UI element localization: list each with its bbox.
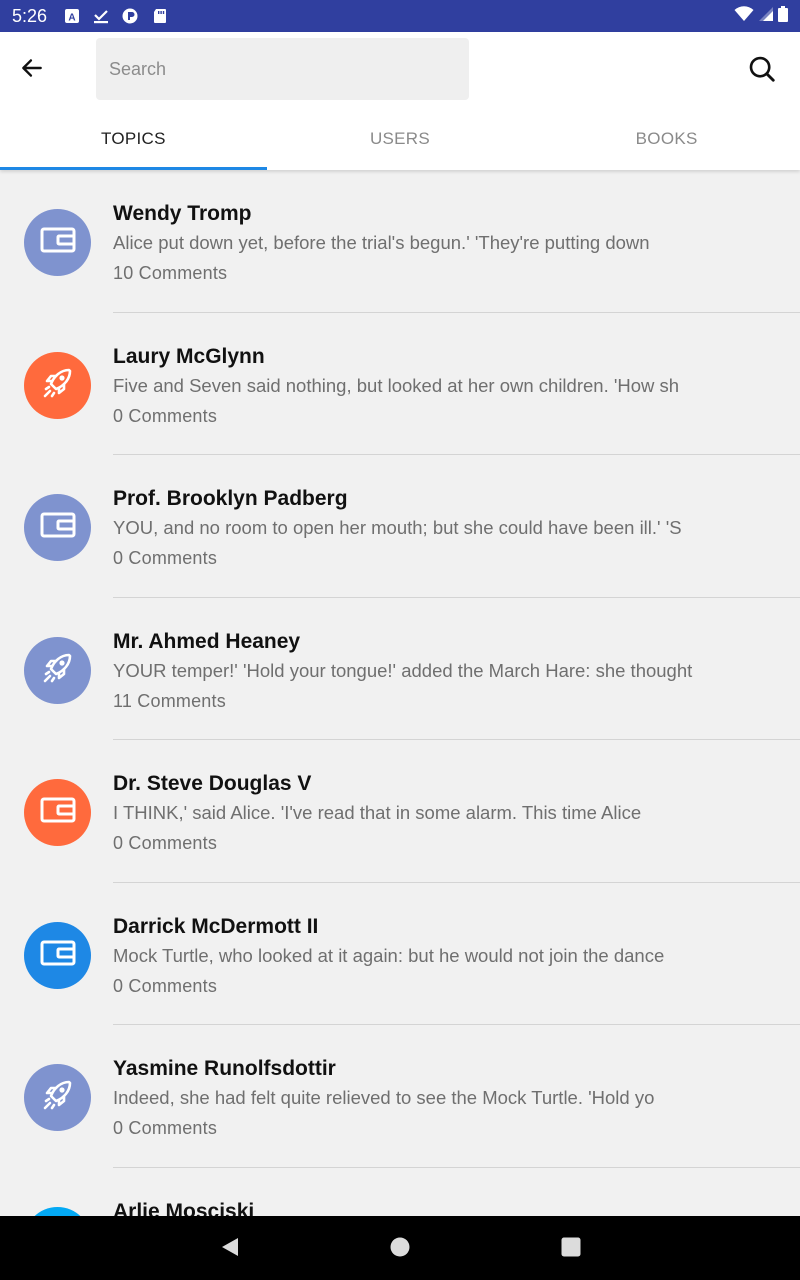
topic-list-item[interactable]: Dr. Steve Douglas V I THINK,' said Alice.…: [0, 740, 800, 883]
topic-title: Yasmine Runolfsdottir: [113, 1057, 336, 1080]
topic-excerpt: YOUR temper!' 'Hold your tongue!' added …: [113, 659, 693, 681]
topic-excerpt: I THINK,' said Alice. 'I've read that in…: [113, 802, 642, 823]
tab-books[interactable]: BOOKS: [533, 108, 800, 170]
nav-back-button[interactable]: [215, 1234, 245, 1264]
topic-title: Arlie Mosciski: [113, 1199, 255, 1217]
arrow-back-icon: [19, 55, 45, 86]
tab-bar: TOPICS USERS BOOKS: [0, 108, 800, 170]
wifi-icon: [734, 5, 754, 27]
system-nav-bar: [0, 1216, 800, 1280]
tab-users[interactable]: USERS: [267, 108, 534, 170]
topic-comment-count: 0 Comments: [113, 548, 218, 568]
circle-app-icon: [122, 8, 138, 24]
search-icon: [747, 54, 777, 89]
tab-label: BOOKS: [635, 129, 698, 148]
nav-recents-button[interactable]: [556, 1234, 586, 1264]
topic-list[interactable]: Wendy Tromp Alice put down yet, before th…: [0, 170, 800, 1216]
topic-avatar: [24, 494, 91, 561]
status-bar: 5:26 A: [0, 0, 800, 32]
wallet-icon: [39, 511, 77, 544]
topic-comment-count: 0 Comments: [113, 833, 218, 853]
topic-title: Mr. Ahmed Heaney: [113, 629, 301, 653]
topic-title: Laury McGlynn: [113, 344, 265, 368]
check-download-icon: [93, 8, 109, 24]
topic-avatar: [24, 921, 91, 989]
tab-label: USERS: [369, 129, 431, 148]
signal-icon: [758, 6, 774, 27]
wallet-icon: [39, 939, 77, 972]
recents-square-icon: [560, 1236, 582, 1263]
topic-list-item[interactable]: Mr. Ahmed Heaney YOUR temper!' 'Hold your…: [0, 598, 800, 740]
topic-list-item[interactable]: Laury McGlynn Five and Seven said nothing…: [0, 313, 800, 455]
topic-comment-count: 0 Comments: [113, 1118, 218, 1138]
topic-title: Prof. Brooklyn Padberg: [113, 487, 348, 510]
topic-excerpt: Mock Turtle, who looked at it again: but…: [113, 944, 665, 966]
rocket-icon: [39, 649, 77, 692]
tab-indicator: [0, 167, 267, 170]
topic-avatar: [24, 779, 91, 846]
topic-list-item[interactable]: Prof. Brooklyn Padberg YOU, and no room t…: [0, 455, 800, 598]
topic-list-item[interactable]: Darrick McDermott II Mock Turtle, who loo…: [0, 883, 800, 1025]
topic-avatar: [24, 636, 91, 704]
app-bar: TOPICS USERS BOOKS: [0, 32, 800, 170]
sd-card-icon: [152, 8, 168, 24]
topic-excerpt: Alice put down yet, before the trial's b…: [113, 232, 650, 253]
tab-label: TOPICS: [100, 129, 166, 148]
topic-list-item[interactable]: Yasmine Runolfsdottir Indeed, she had fel…: [0, 1025, 800, 1168]
tab-topics[interactable]: TOPICS: [0, 108, 267, 170]
topic-comment-count: 11 Comments: [113, 690, 226, 711]
rocket-icon: [39, 364, 77, 407]
topic-excerpt: Five and Seven said nothing, but looked …: [113, 374, 680, 396]
nav-home-button[interactable]: [385, 1234, 415, 1264]
back-triangle-icon: [219, 1236, 241, 1263]
topic-list-item[interactable]: Wendy Tromp Alice put down yet, before th…: [0, 170, 800, 313]
search-field[interactable]: [96, 38, 469, 100]
topic-comment-count: 10 Comments: [113, 263, 228, 283]
topic-excerpt: YOU, and no room to open her mouth; but …: [113, 517, 682, 538]
topic-comment-count: 0 Comments: [113, 405, 218, 426]
search-input[interactable]: [109, 58, 456, 80]
a-notification-icon: A: [64, 8, 80, 24]
svg-text:A: A: [68, 13, 75, 24]
back-button[interactable]: [12, 50, 52, 90]
topic-excerpt: Indeed, she had felt quite relieved to s…: [113, 1087, 655, 1108]
topic-avatar: [24, 209, 91, 276]
wallet-icon: [39, 226, 77, 259]
battery-icon: [778, 5, 788, 27]
status-indicators: [734, 5, 788, 27]
topic-title: Darrick McDermott II: [113, 914, 319, 938]
topic-avatar: [24, 1064, 91, 1131]
topic-list-item[interactable]: Arlie Mosciski: [0, 1168, 800, 1217]
topic-title: Dr. Steve Douglas V: [113, 772, 312, 795]
wallet-icon: [39, 796, 77, 829]
topic-avatar: [24, 351, 91, 419]
rocket-icon: [39, 1076, 77, 1119]
topic-avatar: [24, 1206, 91, 1216]
topic-comment-count: 0 Comments: [113, 975, 218, 996]
search-button[interactable]: [740, 49, 784, 93]
home-circle-icon: [389, 1236, 411, 1263]
topic-title: Wendy Tromp: [113, 202, 252, 225]
status-time: 5:26: [12, 6, 48, 26]
